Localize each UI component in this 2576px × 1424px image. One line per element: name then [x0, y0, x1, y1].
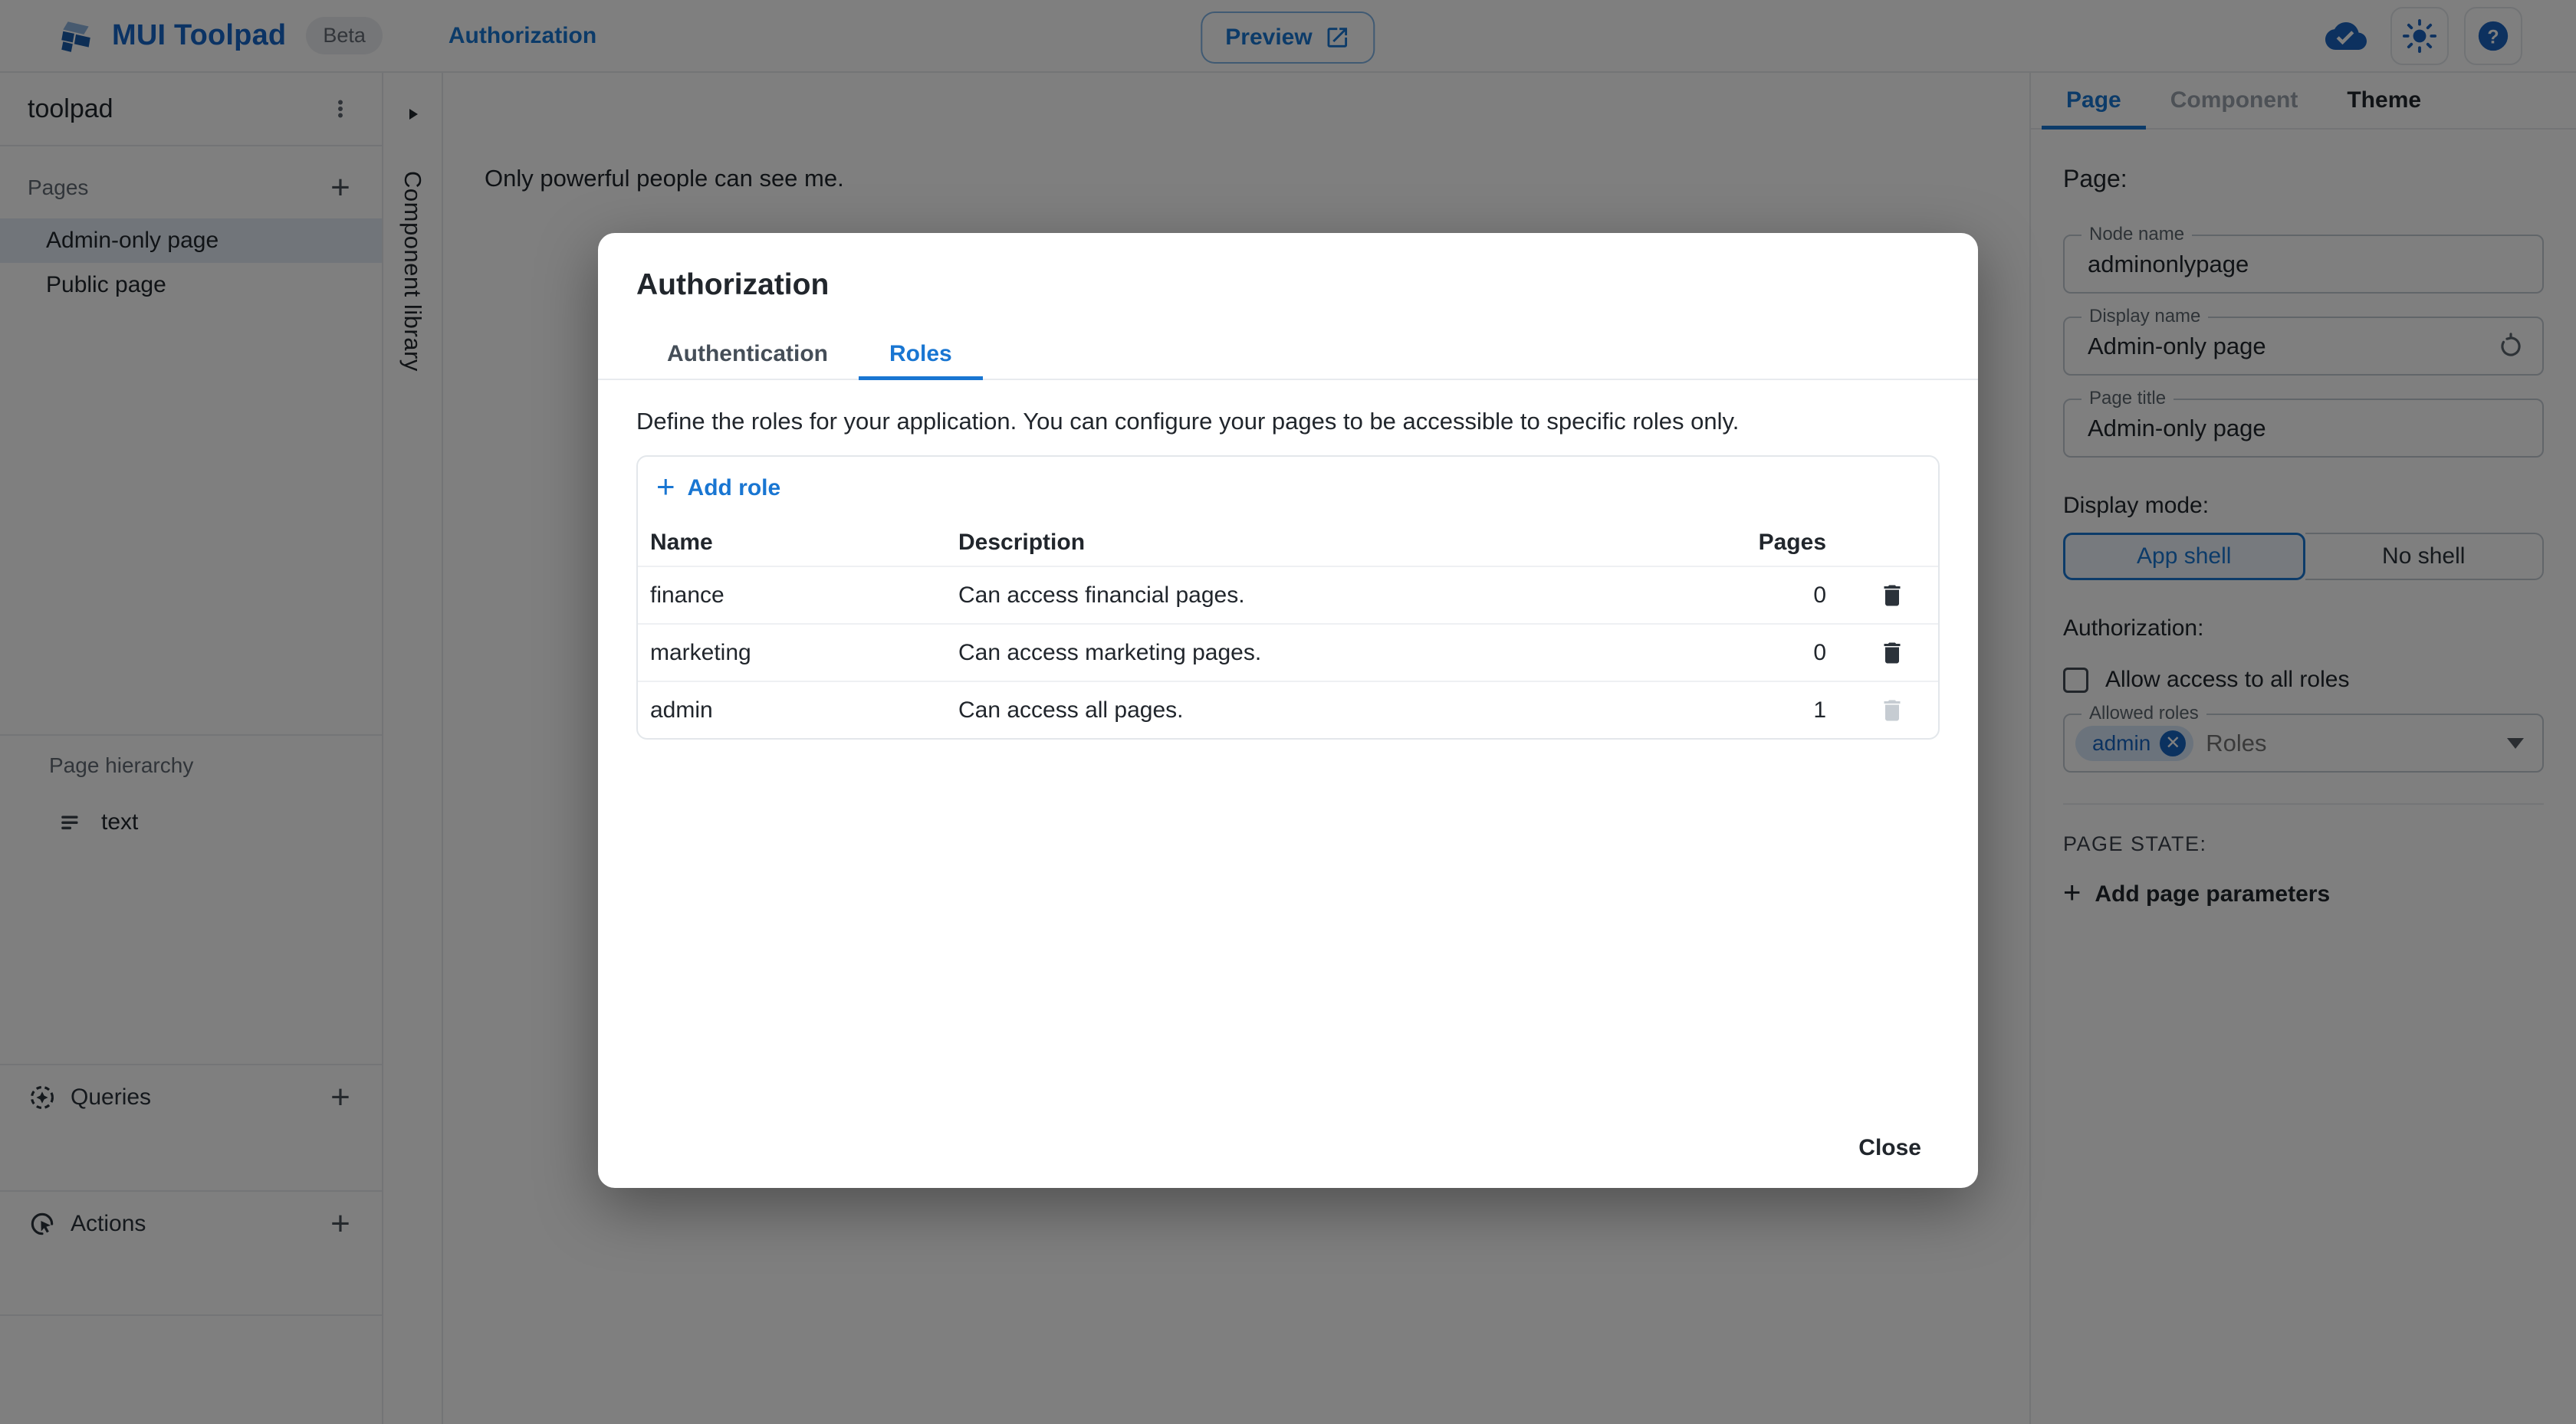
role-pages-count: 0: [1813, 582, 1826, 608]
column-header-name: Name: [650, 530, 713, 555]
role-description: Can access marketing pages.: [958, 639, 1262, 665]
delete-role-icon-disabled: [1878, 697, 1906, 724]
column-header-pages: Pages: [1758, 530, 1826, 555]
role-name: marketing: [650, 639, 751, 665]
delete-role-icon[interactable]: [1878, 639, 1906, 667]
roles-toolbar: + Add role: [638, 457, 1938, 520]
table-row: finance Can access financial pages. 0: [638, 566, 1938, 623]
close-button[interactable]: Close: [1837, 1124, 1943, 1173]
table-row: marketing Can access marketing pages. 0: [638, 623, 1938, 681]
delete-role-icon[interactable]: [1878, 582, 1906, 609]
plus-icon: +: [656, 468, 675, 504]
role-name: finance: [650, 582, 724, 608]
roles-table-container: + Add role Name Description Pages financ…: [636, 455, 1940, 740]
roles-description: Define the roles for your application. Y…: [636, 408, 1740, 435]
role-pages-count: 1: [1813, 697, 1826, 723]
table-header-row: Name Description Pages: [638, 520, 1938, 566]
tab-roles[interactable]: Roles: [859, 330, 983, 380]
role-description: Can access financial pages.: [958, 582, 1245, 608]
table-row: admin Can access all pages. 1: [638, 681, 1938, 738]
add-role-label: Add role: [687, 475, 781, 500]
add-role-button[interactable]: + Add role: [656, 468, 781, 504]
tab-authentication[interactable]: Authentication: [636, 330, 859, 379]
dialog-tabs: Authentication Roles: [598, 330, 1978, 380]
authorization-dialog: Authorization Authentication Roles Defin…: [598, 233, 1978, 1188]
dialog-title: Authorization: [636, 268, 830, 301]
role-pages-count: 0: [1813, 639, 1826, 665]
roles-table: Name Description Pages finance Can acces…: [638, 520, 1938, 738]
role-name: admin: [650, 697, 713, 723]
role-description: Can access all pages.: [958, 697, 1184, 723]
app-screen: MUI Toolpad Beta Authorization Preview: [0, 0, 2576, 1424]
column-header-description: Description: [958, 530, 1086, 555]
